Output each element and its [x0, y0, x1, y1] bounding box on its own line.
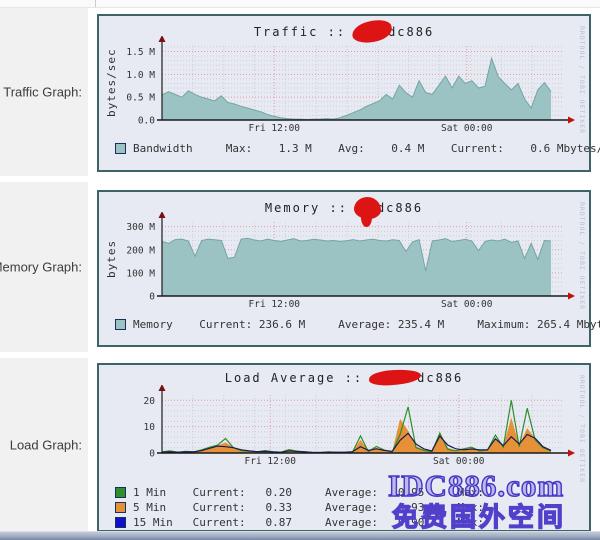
top-strip-divider — [95, 0, 96, 7]
svg-text:Sat 00:00: Sat 00:00 — [441, 123, 493, 134]
memory-graph-panel[interactable]: Memory ::dc886 RRDTOOL / TOBI OETIKER by… — [97, 190, 591, 347]
svg-text:10: 10 — [144, 422, 156, 433]
load-title-host: dc886 — [417, 371, 463, 385]
load-legend-row-5min: 5 Min Current: 0.33 Average: 0.93 Max: — [115, 500, 484, 515]
load-legend: 1 Min Current: 0.20 Average: 0.95 Max: 5… — [115, 485, 484, 530]
1min-legend-text: 1 Min Current: 0.20 Average: 0.95 Max: — [133, 486, 484, 499]
5min-swatch — [115, 502, 126, 513]
15min-legend-text: 15 Min Current: 0.87 Average: 0.90 Max: — [133, 516, 484, 529]
load-title-prefix: Load Average :: — [225, 371, 363, 385]
traffic-graph-label: Traffic Graph: — [3, 85, 82, 100]
memory-graph-label: Memory Graph: — [0, 260, 82, 275]
memory-legend: Memory Current: 236.6 M Average: 235.4 M… — [115, 318, 600, 331]
load-legend-row-1min: 1 Min Current: 0.20 Average: 0.95 Max: — [115, 485, 484, 500]
svg-text:100 M: 100 M — [126, 268, 155, 279]
traffic-legend: Bandwidth Max: 1.3 M Avg: 0.4 M Current:… — [115, 142, 600, 155]
traffic-chart: 0.0 0.5 M 1.0 M 1.5 M Fri 12:00 Sat 00:00 — [107, 36, 583, 136]
load-chart: 0 10 20 Fri 12:00 Sat 00:00 — [107, 385, 583, 469]
1min-swatch — [115, 487, 126, 498]
svg-text:300 M: 300 M — [126, 222, 155, 233]
svg-text:1.5 M: 1.5 M — [126, 47, 155, 58]
redaction-scribble — [354, 197, 381, 219]
svg-text:200 M: 200 M — [126, 245, 155, 256]
bottom-bar — [0, 531, 600, 540]
svg-text:1.0 M: 1.0 M — [126, 70, 155, 81]
svg-text:Sat 00:00: Sat 00:00 — [441, 299, 493, 310]
svg-text:Fri 12:00: Fri 12:00 — [249, 299, 301, 310]
load-legend-row-15min: 15 Min Current: 0.87 Average: 0.90 Max: — [115, 515, 484, 530]
svg-text:Fri 12:00: Fri 12:00 — [245, 456, 297, 467]
load-graph-label: Load Graph: — [10, 437, 82, 452]
sidebar-row-load: Load Graph: — [0, 358, 88, 531]
memory-swatch — [115, 319, 126, 330]
svg-text:20: 20 — [144, 396, 156, 407]
svg-text:0.0: 0.0 — [138, 116, 155, 127]
svg-text:0: 0 — [149, 449, 155, 460]
svg-text:0.5 M: 0.5 M — [126, 93, 155, 104]
traffic-legend-text: Bandwidth Max: 1.3 M Avg: 0.4 M Current:… — [133, 142, 600, 155]
memory-legend-text: Memory Current: 236.6 M Average: 235.4 M… — [133, 318, 600, 331]
load-graph-title: Load Average ::dc886 — [99, 370, 589, 385]
svg-text:Sat 00:00: Sat 00:00 — [433, 456, 485, 467]
memory-chart: 0 100 M 200 M 300 M Fri 12:00 Sat 00:00 — [107, 212, 583, 312]
sidebar-row-traffic: Traffic Graph: — [0, 8, 88, 176]
redaction-scribble — [369, 369, 422, 387]
15min-swatch — [115, 517, 126, 528]
load-graph-panel[interactable]: Load Average ::dc886 RRDTOOL / TOBI OETI… — [97, 363, 591, 532]
5min-legend-text: 5 Min Current: 0.33 Average: 0.93 Max: — [133, 501, 484, 514]
bandwidth-swatch — [115, 143, 126, 154]
svg-text:0: 0 — [149, 292, 155, 303]
top-strip — [0, 0, 600, 8]
sidebar-row-memory: Memory Graph: — [0, 182, 88, 352]
traffic-graph-panel[interactable]: Traffic ::dc886 RRDTOOL / TOBI OETIKER b… — [97, 14, 591, 172]
monitoring-page: Traffic Graph: Memory Graph: Load Graph:… — [0, 0, 600, 540]
svg-text:Fri 12:00: Fri 12:00 — [249, 123, 301, 134]
